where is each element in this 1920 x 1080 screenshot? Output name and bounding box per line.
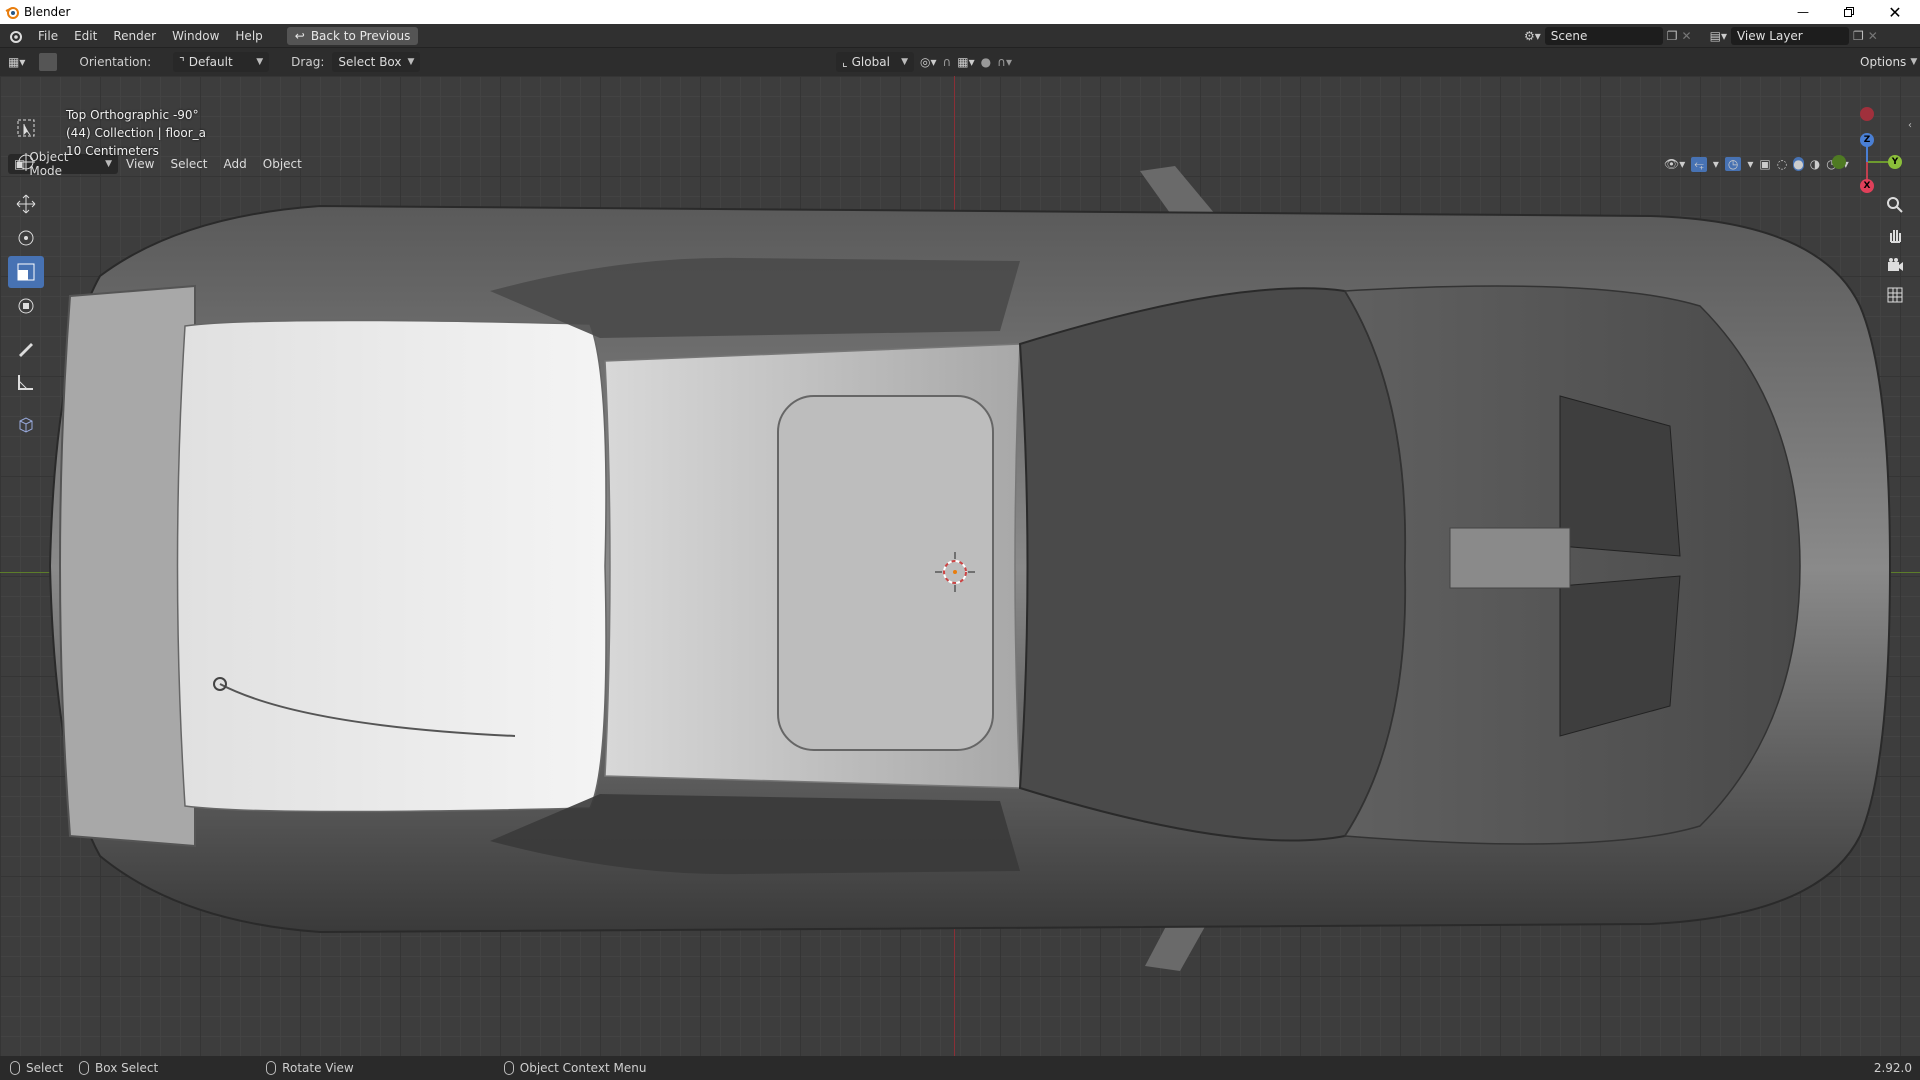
menu-file[interactable]: File	[30, 24, 66, 48]
menu-select[interactable]: Select	[162, 152, 215, 176]
status-box-select: Box Select	[79, 1061, 158, 1075]
delete-view-layer-icon[interactable]: ✕	[1868, 29, 1878, 43]
zoom-icon[interactable]	[1882, 192, 1908, 218]
delete-scene-icon[interactable]: ✕	[1682, 29, 1692, 43]
view-layer-field[interactable]: View Layer	[1730, 26, 1849, 45]
snap-icon[interactable]: ∩	[943, 55, 952, 69]
right-mouse-icon	[503, 1061, 514, 1075]
orientation-icon: ⌝	[179, 55, 185, 69]
collection-label: (44) Collection | floor_a	[66, 126, 207, 140]
sidebar-toggle-icon[interactable]: ‹	[1908, 120, 1912, 131]
ortho-grid-icon[interactable]	[1882, 282, 1908, 308]
status-rotate-view: Rotate View	[266, 1061, 354, 1075]
left-mouse-icon	[10, 1061, 20, 1075]
axes-icon: ⌞	[842, 55, 848, 69]
chevron-down-icon: ▼	[256, 57, 264, 67]
scale-tool-icon[interactable]	[8, 256, 44, 288]
x-axis-icon[interactable]: X	[1860, 179, 1874, 193]
top-menu-bar: File Edit Render Window Help ↩ Back to P…	[0, 24, 1920, 48]
menu-render[interactable]: Render	[105, 24, 164, 48]
visibility-icon[interactable]: 👁▾	[1664, 157, 1685, 171]
z-axis-icon[interactable]: Z	[1860, 133, 1874, 147]
drag-dropdown[interactable]: Select Box ▼	[332, 52, 421, 72]
orientation-label: Orientation:	[79, 55, 152, 69]
status-select: Select	[10, 1061, 63, 1075]
new-scene-icon[interactable]: ❐	[1667, 29, 1678, 43]
move-tool-icon[interactable]	[8, 188, 44, 220]
snap-target-icon[interactable]: ▦▾	[957, 55, 974, 69]
xray-icon[interactable]: ▣	[1759, 157, 1770, 171]
options-dropdown[interactable]: Options ▼	[1854, 52, 1918, 72]
overlay-toggle-icon[interactable]: ◷	[1724, 157, 1742, 171]
3d-viewport[interactable]: ▣ Object Mode ▼ View Select Add Object 👁…	[0, 76, 1920, 1056]
tool-shelf	[8, 110, 48, 442]
view-name-label: Top Orthographic -90°	[66, 108, 199, 122]
y-axis-icon[interactable]: Y	[1888, 155, 1902, 169]
drag-label: Drag:	[291, 55, 325, 69]
editor-type-icon[interactable]: ▦▾	[8, 55, 25, 69]
chevron-down-icon: ▼	[407, 57, 415, 67]
pan-hand-icon[interactable]	[1882, 222, 1908, 248]
orientation-dropdown[interactable]: ⌝ Default ▼	[173, 52, 270, 72]
version-label: 2.92.0	[1873, 1061, 1912, 1075]
neg-x-axis-icon[interactable]	[1860, 107, 1874, 121]
window-title: Blender	[24, 5, 71, 19]
drag-mouse-icon	[79, 1061, 90, 1075]
blender-menu-icon[interactable]	[0, 29, 30, 43]
scene-icon[interactable]: ⚙▾	[1524, 29, 1541, 43]
neg-y-axis-icon[interactable]	[1832, 155, 1846, 169]
rotate-tool-icon[interactable]	[8, 222, 44, 254]
back-icon: ↩	[294, 28, 305, 43]
gizmo-dropdown-icon[interactable]: ▾	[1713, 157, 1719, 171]
new-view-layer-icon[interactable]: ❐	[1853, 29, 1864, 43]
material-shading-icon[interactable]: ◑	[1810, 157, 1820, 171]
falloff-icon[interactable]: ∩▾	[997, 55, 1012, 69]
scene-name-field[interactable]: Scene	[1544, 26, 1663, 45]
solid-shading-icon[interactable]: ●	[1793, 157, 1804, 171]
chevron-down-icon: ▼	[105, 159, 112, 169]
chevron-down-icon: ▼	[901, 57, 908, 67]
transform-tool-icon[interactable]	[8, 290, 44, 322]
camera-view-icon[interactable]	[1882, 252, 1908, 278]
proportional-edit-icon[interactable]: ●	[981, 55, 991, 69]
window-titlebar: Blender — ✕	[0, 0, 1920, 24]
chevron-down-icon: ▼	[1910, 57, 1918, 67]
pivot-point-icon[interactable]: ◎▾	[920, 55, 937, 69]
transform-orientation-dropdown[interactable]: ⌞ Global ▼	[836, 52, 914, 72]
menu-help[interactable]: Help	[227, 24, 270, 48]
annotate-tool-icon[interactable]	[8, 332, 44, 364]
navigation-gizmo[interactable]: Z Y X	[1820, 107, 1910, 202]
add-cube-tool-icon[interactable]	[8, 408, 44, 440]
menu-add[interactable]: Add	[216, 152, 255, 176]
overlay-dropdown-icon[interactable]: ▾	[1747, 157, 1753, 171]
view-layer-icon[interactable]: ▤▾	[1710, 29, 1727, 43]
menu-window[interactable]: Window	[164, 24, 227, 48]
viewport-header: ▣ Object Mode ▼ View Select Add Object 👁…	[0, 150, 1920, 178]
back-to-previous-button[interactable]: ↩ Back to Previous	[286, 26, 419, 45]
wireframe-shading-icon[interactable]: ◌	[1777, 157, 1787, 171]
gizmo-toggle-icon[interactable]: ⥆	[1691, 156, 1707, 172]
car-model[interactable]	[0, 76, 1920, 1056]
select-box-tool-icon[interactable]	[8, 112, 44, 144]
blender-logo-icon	[4, 4, 20, 20]
active-tool-icon[interactable]	[39, 53, 58, 71]
close-window-icon[interactable]: ✕	[1872, 0, 1918, 24]
menu-object[interactable]: Object	[255, 152, 310, 176]
grid-scale-label: 10 Centimeters	[66, 144, 159, 158]
status-bar: Select Box Select Rotate View Object Con…	[0, 1056, 1920, 1080]
measure-tool-icon[interactable]	[8, 366, 44, 398]
menu-edit[interactable]: Edit	[66, 24, 105, 48]
minimize-icon[interactable]: —	[1780, 0, 1826, 24]
tool-settings-header: ▦▾ Orientation: ⌝ Default ▼ Drag: Select…	[0, 48, 1920, 76]
middle-mouse-icon	[266, 1061, 277, 1075]
cursor-tool-icon[interactable]	[8, 146, 44, 178]
restore-icon[interactable]	[1826, 0, 1872, 24]
status-context-menu: Object Context Menu	[503, 1061, 646, 1075]
